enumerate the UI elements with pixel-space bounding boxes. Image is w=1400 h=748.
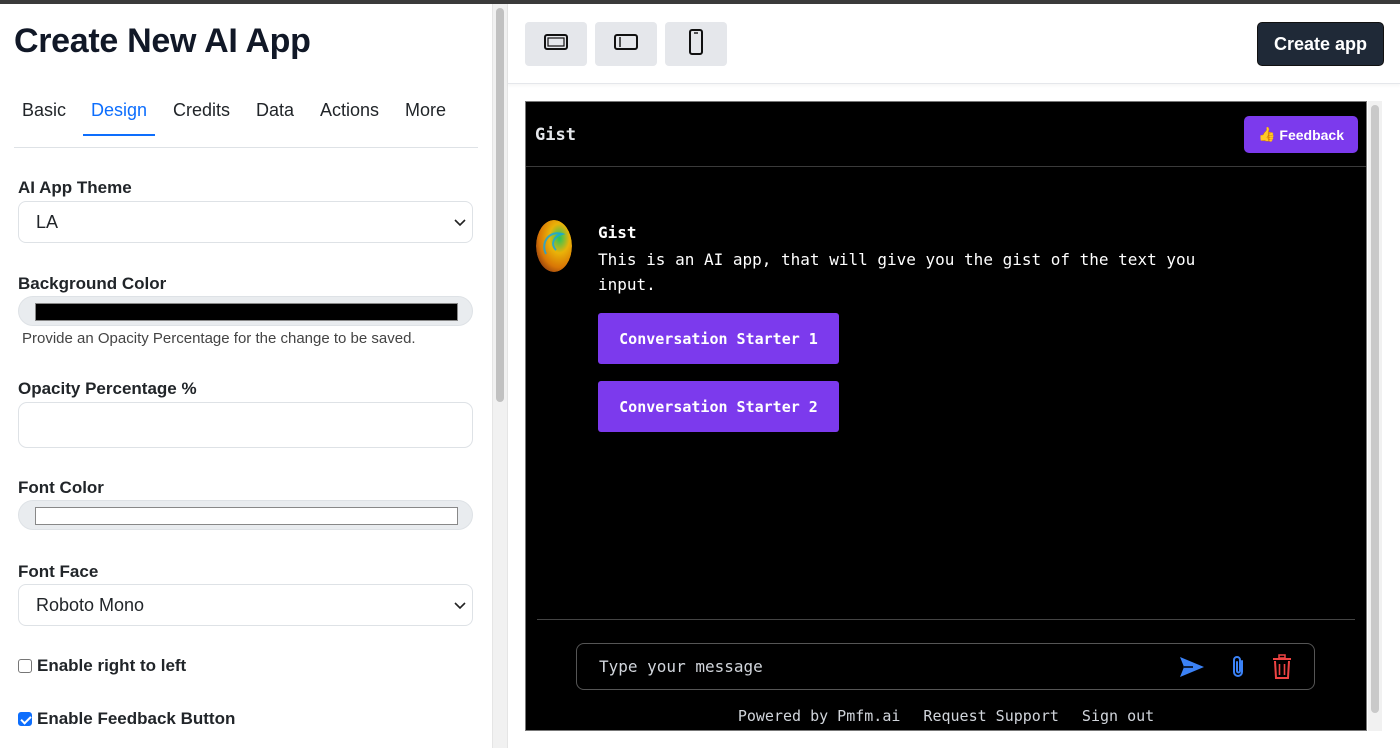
- background-color-swatch: [35, 303, 458, 321]
- laptop-icon: [543, 32, 569, 57]
- background-color-picker[interactable]: [18, 296, 473, 326]
- tab-basic[interactable]: Basic: [22, 100, 66, 121]
- laptop-view-button[interactable]: [525, 22, 587, 66]
- tablet-view-button[interactable]: [595, 22, 657, 66]
- active-tab-indicator: [83, 134, 155, 136]
- app-preview-header: Gist 👍 Feedback: [526, 102, 1366, 167]
- paperclip-icon[interactable]: [1224, 653, 1252, 681]
- theme-select-value: LA: [36, 212, 59, 232]
- sign-out-link[interactable]: Sign out: [1082, 707, 1154, 725]
- phone-icon: [687, 28, 705, 60]
- powered-by-link[interactable]: Powered by Pmfm.ai: [738, 707, 901, 725]
- message-input[interactable]: Type your message: [576, 643, 1315, 690]
- request-support-link[interactable]: Request Support: [923, 707, 1058, 725]
- rtl-option[interactable]: Enable right to left: [18, 656, 186, 676]
- chevron-down-icon: [454, 202, 466, 242]
- tablet-icon: [613, 32, 639, 57]
- rtl-checkbox[interactable]: [18, 659, 32, 673]
- theme-select[interactable]: LA: [18, 201, 473, 243]
- message-input-placeholder: Type your message: [599, 657, 763, 676]
- font-color-label: Font Color: [18, 478, 104, 497]
- font-face-select[interactable]: Roboto Mono: [18, 584, 473, 626]
- message-author: Gist: [598, 223, 637, 242]
- send-icon[interactable]: [1178, 653, 1206, 681]
- preview-footer: Powered by Pmfm.ai Request Support Sign …: [526, 707, 1366, 725]
- tab-credits[interactable]: Credits: [173, 100, 230, 121]
- background-color-label: Background Color: [18, 274, 167, 293]
- preview-toolbar: Create app: [508, 4, 1400, 84]
- tab-design[interactable]: Design: [91, 100, 147, 121]
- font-color-swatch: [35, 507, 458, 525]
- message-text: This is an AI app, that will give you th…: [598, 250, 1196, 294]
- opacity-hint: Provide an Opacity Percentage for the ch…: [22, 330, 416, 347]
- settings-scrollbar[interactable]: [492, 4, 508, 748]
- page-title: Create New AI App: [14, 22, 311, 60]
- input-divider: [537, 619, 1355, 620]
- tab-data[interactable]: Data: [256, 100, 294, 121]
- preview-panel: Create app Gist 👍 Feedback Gist This is …: [508, 4, 1400, 748]
- feedback-checkbox[interactable]: [18, 712, 32, 726]
- opacity-input[interactable]: [18, 402, 473, 448]
- rtl-label: Enable right to left: [37, 656, 187, 675]
- font-face-select-value: Roboto Mono: [36, 595, 145, 615]
- tab-more[interactable]: More: [405, 100, 446, 121]
- settings-tabs: Basic Design Credits Data Actions More: [14, 90, 478, 148]
- font-color-picker[interactable]: [18, 500, 473, 530]
- app-preview: Gist 👍 Feedback Gist This is an AI app, …: [525, 101, 1367, 731]
- feedback-button-label: Feedback: [1279, 126, 1345, 143]
- settings-scrollbar-thumb[interactable]: [496, 8, 504, 402]
- preview-scrollbar-thumb[interactable]: [1371, 105, 1379, 713]
- preview-scrollbar[interactable]: [1368, 101, 1382, 731]
- thumbs-up-icon: 👍: [1257, 126, 1276, 142]
- create-app-button[interactable]: Create app: [1257, 22, 1384, 66]
- tab-actions[interactable]: Actions: [320, 100, 379, 121]
- conversation-starter-1-button[interactable]: Conversation Starter 1: [598, 313, 839, 364]
- opacity-label: Opacity Percentage %: [18, 379, 197, 398]
- app-title: Gist: [535, 125, 576, 145]
- phone-view-button[interactable]: [665, 22, 727, 66]
- trash-icon[interactable]: [1268, 653, 1296, 681]
- feedback-button[interactable]: 👍 Feedback: [1244, 116, 1358, 153]
- chevron-down-icon: [454, 585, 466, 625]
- font-face-label: Font Face: [18, 562, 99, 581]
- feedback-label: Enable Feedback Button: [37, 709, 236, 728]
- conversation-starter-2-button[interactable]: Conversation Starter 2: [598, 381, 839, 432]
- app-avatar: [536, 220, 572, 272]
- theme-label: AI App Theme: [18, 178, 132, 197]
- settings-panel: Create New AI App Basic Design Credits D…: [0, 4, 492, 748]
- feedback-option[interactable]: Enable Feedback Button: [18, 709, 235, 729]
